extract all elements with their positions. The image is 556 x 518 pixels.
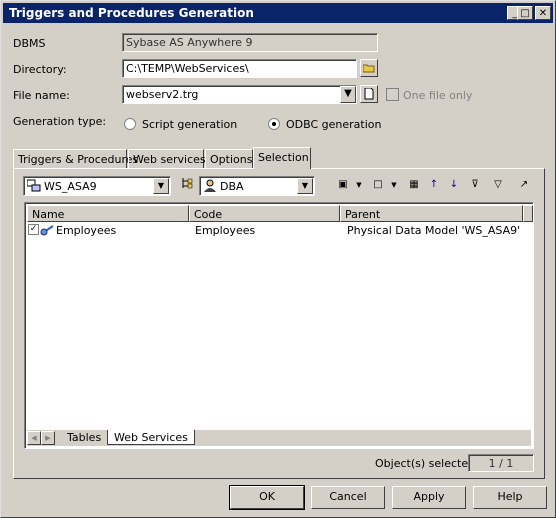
chevron-down-icon: ▼ bbox=[344, 88, 352, 99]
folder-icon bbox=[362, 64, 375, 73]
directory-input[interactable]: C:\TEMP\WebServices\ bbox=[122, 59, 357, 78]
browse-directory-button[interactable] bbox=[360, 59, 378, 77]
select-all-icon[interactable]: ▣ bbox=[335, 177, 351, 193]
filename-input[interactable]: webserv2.trg ▼ bbox=[122, 85, 357, 104]
row-name: Employees bbox=[56, 224, 117, 237]
dbms-label: DBMS bbox=[13, 37, 46, 50]
chevron-down-icon[interactable]: ▼ bbox=[297, 178, 313, 194]
model-combo[interactable]: WS_ASA9 ▼ bbox=[23, 176, 171, 196]
scroll-left-icon[interactable]: ◀ bbox=[27, 431, 41, 445]
select-checked-icon[interactable]: ▦ bbox=[406, 177, 422, 193]
objects-list[interactable]: Name Code Parent ✓ Employees Employees P… bbox=[24, 202, 534, 449]
script-generation-radio[interactable] bbox=[124, 118, 136, 130]
tab-selection[interactable]: Selection bbox=[253, 147, 311, 169]
chevron-down-icon[interactable]: ▼ bbox=[351, 177, 367, 193]
filename-dropdown-button[interactable]: ▼ bbox=[340, 86, 356, 103]
owner-value: DBA bbox=[220, 180, 244, 193]
expand-icon[interactable]: ↗ bbox=[516, 177, 532, 193]
dialog-window: Triggers and Procedures Generation _ □ ✕… bbox=[0, 0, 556, 518]
tab-tables[interactable]: Tables bbox=[61, 430, 107, 445]
title-bar[interactable]: Triggers and Procedures Generation _ □ ✕ bbox=[3, 3, 553, 23]
model-icon bbox=[27, 179, 41, 192]
filter-edit-icon[interactable]: ⊽ bbox=[467, 177, 483, 193]
web-service-icon bbox=[40, 225, 54, 236]
scroll-right-icon[interactable]: ▶ bbox=[41, 431, 55, 445]
tab-triggers-procedures[interactable]: Triggers & Procedures bbox=[13, 149, 138, 169]
owner-combo[interactable]: DBA ▼ bbox=[199, 176, 315, 196]
user-icon bbox=[204, 179, 216, 192]
directory-label: Directory: bbox=[13, 63, 67, 76]
tab-options[interactable]: Options bbox=[205, 149, 253, 169]
filename-label: File name: bbox=[13, 89, 70, 102]
objects-selected-label: Object(s) selected: bbox=[375, 457, 479, 470]
dbms-field: Sybase AS Anywhere 9 bbox=[122, 33, 378, 52]
column-header-code[interactable]: Code bbox=[189, 205, 340, 222]
column-header-filler bbox=[523, 205, 533, 222]
window-title: Triggers and Procedures Generation bbox=[9, 6, 254, 20]
tab-web-services[interactable]: Web services bbox=[128, 149, 206, 169]
cancel-button[interactable]: Cancel bbox=[311, 486, 385, 509]
hierarchy-icon[interactable] bbox=[179, 177, 195, 193]
move-up-icon[interactable]: ↑ bbox=[426, 177, 442, 193]
tab-web-services-objects[interactable]: Web Services bbox=[107, 430, 195, 445]
script-generation-label: Script generation bbox=[142, 118, 238, 131]
document-icon bbox=[364, 87, 374, 100]
one-file-only-label: One file only bbox=[403, 89, 473, 102]
generation-type-label: Generation type: bbox=[13, 115, 107, 128]
column-header-parent[interactable]: Parent bbox=[340, 205, 523, 222]
object-type-tabs: ◀ ▶ Tables Web Services bbox=[27, 430, 531, 446]
move-down-icon[interactable]: ↓ bbox=[446, 177, 462, 193]
filename-value: webserv2.trg bbox=[126, 88, 199, 101]
model-value: WS_ASA9 bbox=[44, 180, 97, 193]
one-file-only-checkbox[interactable] bbox=[386, 88, 399, 101]
file-properties-button[interactable] bbox=[360, 85, 378, 103]
maximize-button[interactable]: □ bbox=[517, 6, 533, 20]
objects-selected-value: 1 / 1 bbox=[468, 454, 534, 472]
help-button[interactable]: Help bbox=[473, 486, 547, 509]
deselect-all-icon[interactable]: □ bbox=[370, 177, 386, 193]
row-checkbox[interactable]: ✓ bbox=[28, 224, 39, 235]
close-button[interactable]: ✕ bbox=[535, 6, 551, 20]
column-header-name[interactable]: Name bbox=[27, 205, 189, 222]
chevron-down-icon[interactable]: ▼ bbox=[153, 178, 169, 194]
ok-button[interactable]: OK bbox=[229, 485, 305, 510]
odbc-generation-label: ODBC generation bbox=[286, 118, 382, 131]
odbc-generation-radio[interactable] bbox=[268, 118, 280, 130]
filter-icon[interactable]: ▽ bbox=[490, 177, 506, 193]
row-parent: Physical Data Model 'WS_ASA9' bbox=[347, 224, 521, 237]
apply-button[interactable]: Apply bbox=[392, 486, 466, 509]
chevron-down-icon[interactable]: ▼ bbox=[386, 177, 402, 193]
row-code: Employees bbox=[195, 224, 256, 237]
